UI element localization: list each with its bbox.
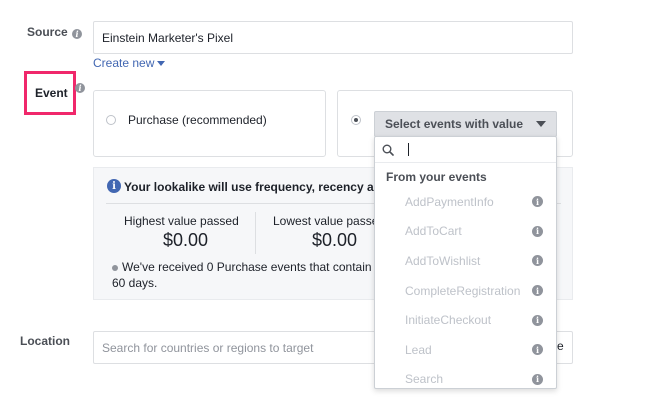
location-right-fragment: e <box>557 339 564 353</box>
note-line1: We've received 0 Purchase events that co… <box>122 260 381 274</box>
info-icon[interactable]: i <box>532 373 543 385</box>
dropdown-item-label: Search <box>405 372 444 387</box>
info-icon[interactable]: i <box>532 196 543 208</box>
dropdown-item-label: AddToCart <box>405 224 462 239</box>
stat-divider <box>255 212 256 254</box>
info-icon[interactable]: i <box>532 314 543 326</box>
note-line2: 60 days. <box>112 276 158 290</box>
search-icon <box>382 144 394 156</box>
source-label: Source <box>27 25 68 39</box>
info-icon[interactable]: i <box>532 225 543 237</box>
events-received-note: We've received 0 Purchase events that co… <box>112 260 381 274</box>
events-dropdown: From your events AddPaymentInfo i AddToC… <box>374 136 557 389</box>
chevron-down-icon <box>157 61 166 67</box>
dropdown-item-initiatecheckout[interactable]: InitiateCheckout i <box>375 305 556 335</box>
event-label: Event <box>35 86 68 100</box>
highest-value-label: Highest value passed <box>124 214 239 228</box>
event-info-icon[interactable]: i <box>75 83 85 93</box>
dropdown-item-label: AddToWishlist <box>405 253 481 268</box>
create-new-link[interactable]: Create new <box>93 56 166 70</box>
dropdown-search[interactable] <box>375 137 556 163</box>
select-events-radio[interactable] <box>351 115 361 125</box>
dropdown-item-addtowishlist[interactable]: AddToWishlist i <box>375 246 556 276</box>
source-input-value: Einstein Marketer's Pixel <box>102 30 234 45</box>
chevron-down-icon <box>536 121 546 127</box>
location-label: Location <box>20 334 70 348</box>
dropdown-item-search[interactable]: Search i <box>375 365 556 388</box>
purchase-option-card[interactable]: Purchase (recommended) <box>93 90 326 157</box>
dropdown-item-label: CompleteRegistration <box>405 283 521 298</box>
info-icon[interactable]: i <box>532 285 543 297</box>
status-dot-icon <box>112 264 118 271</box>
dropdown-item-completeregistration[interactable]: CompleteRegistration i <box>375 276 556 306</box>
purchase-radio[interactable] <box>106 115 116 125</box>
location-placeholder: Search for countries or regions to targe… <box>102 340 314 355</box>
select-events-label: Select events with value <box>385 117 524 131</box>
dropdown-item-lead[interactable]: Lead i <box>375 335 556 365</box>
dropdown-item-label: AddPaymentInfo <box>405 194 494 209</box>
info-circle-icon: i <box>107 179 121 193</box>
purchase-option-label: Purchase (recommended) <box>128 113 267 127</box>
dropdown-item-label: InitiateCheckout <box>405 313 492 328</box>
info-icon[interactable]: i <box>532 255 543 267</box>
lookalike-headline: Your lookalike will use frequency, recen… <box>124 180 389 194</box>
dropdown-item-label: Lead <box>405 342 432 357</box>
search-cursor <box>408 143 409 156</box>
dropdown-section-header: From your events <box>386 170 487 184</box>
source-info-icon[interactable]: i <box>72 29 82 39</box>
select-events-button[interactable]: Select events with value <box>374 111 557 137</box>
highest-value-amount: $0.00 <box>163 230 209 250</box>
dropdown-item-addtocart[interactable]: AddToCart i <box>375 217 556 247</box>
info-icon[interactable]: i <box>532 344 543 356</box>
source-input[interactable]: Einstein Marketer's Pixel <box>93 21 573 54</box>
lowest-value-label: Lowest value passe <box>273 214 379 228</box>
create-new-label: Create new <box>93 56 155 70</box>
lowest-value-amount: $0.00 <box>312 230 358 250</box>
dropdown-item-addpaymentinfo[interactable]: AddPaymentInfo i <box>375 187 556 217</box>
